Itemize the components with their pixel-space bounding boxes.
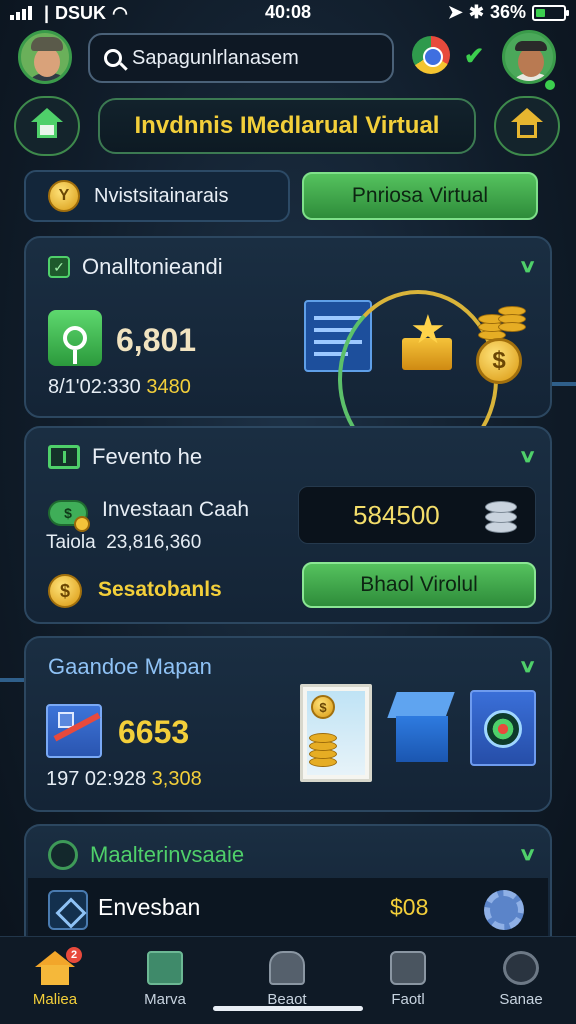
- edge-decoration: [552, 382, 576, 386]
- nav-item-face[interactable]: Faotl: [353, 947, 463, 1017]
- user-icon: [503, 951, 539, 985]
- star-box-icon: ★: [400, 310, 454, 370]
- tab-virtual[interactable]: Pnriosa Virtual: [302, 172, 538, 220]
- nav-label: Sanae: [499, 991, 543, 1008]
- card-title: Gaandoe Mapan: [48, 654, 212, 679]
- checkbox-icon: ✓: [48, 256, 70, 278]
- battery-icon: [532, 4, 569, 21]
- search-input[interactable]: Sapagunlrlanasem: [132, 47, 299, 70]
- chevron-down-icon[interactable]: ∨: [518, 446, 536, 467]
- chevron-down-icon[interactable]: ∨: [518, 656, 536, 677]
- tab-nvistsitainarais[interactable]: Y Nvistsitainarais: [24, 170, 290, 222]
- navigation-icon: [48, 890, 88, 930]
- home-button[interactable]: [14, 96, 80, 156]
- header: Sapagunlrlanasem ✔: [0, 30, 576, 90]
- house-icon: [511, 108, 543, 138]
- money-icon: $: [48, 494, 92, 534]
- bluetooth-icon: ✱: [468, 2, 484, 22]
- search-bar[interactable]: Sapagunlrlanasem: [88, 33, 394, 83]
- browser-icon[interactable]: [412, 36, 450, 74]
- home-indicator[interactable]: [213, 1006, 363, 1011]
- nav-item-home[interactable]: 2 Maliea: [0, 947, 110, 1017]
- map-detail: 197 02:928 3,308: [46, 768, 202, 790]
- nav-label: Marva: [144, 991, 186, 1008]
- coin-icon: $: [48, 574, 82, 608]
- home-icon: [31, 108, 63, 138]
- card-title: Fevento he: [92, 444, 203, 469]
- map-card[interactable]: Gaandoe Mapan ∨ 6653 197 02:928 3,308 $: [24, 636, 552, 812]
- investment-row[interactable]: Envesban $08: [28, 878, 548, 940]
- coin-icon: Y: [48, 180, 80, 212]
- nav-item-user[interactable]: Sanae: [466, 947, 576, 1017]
- page-title: Invdnnis IMedlarual Virtual: [98, 98, 476, 154]
- camera-icon: [48, 840, 78, 870]
- chevron-down-icon[interactable]: ∨: [518, 256, 536, 277]
- investment-value-box: 584500: [298, 486, 536, 544]
- face-icon: [390, 951, 426, 985]
- investment-card[interactable]: Fevento he ∨ $ Investaan Caah Taiola 23,…: [24, 426, 552, 624]
- tab-label: Nvistsitainarais: [94, 184, 229, 207]
- balance-value: 6,801: [116, 322, 197, 358]
- status-bar: | DSUK ◠ 40:08 ➤ ✱ 36%: [0, 0, 576, 26]
- key-icon: [48, 310, 102, 366]
- card-title: Onalltonieandi: [82, 254, 223, 279]
- dollar-coin-icon: $: [476, 338, 522, 384]
- coins-photo-icon: $: [300, 684, 372, 782]
- box-icon: [387, 692, 455, 766]
- wallet-icon: [48, 445, 80, 469]
- lock-icon: [269, 951, 305, 985]
- house-shortcut-button[interactable]: [494, 96, 560, 156]
- master-investment-card[interactable]: Maalterinvsaaie ∨ Envesban $08: [24, 824, 552, 944]
- nav-label: Faotl: [391, 991, 425, 1008]
- investment-value: 584500: [353, 499, 440, 530]
- friend-avatar[interactable]: [502, 30, 556, 84]
- virtual-action-button[interactable]: Bhaol Virolul: [302, 562, 536, 608]
- check-icon[interactable]: ✔: [464, 42, 484, 71]
- location-icon: ➤: [447, 2, 463, 22]
- map-value: 6653: [118, 714, 190, 750]
- investment-label: Investaan Caah: [102, 498, 250, 521]
- summary-card[interactable]: ✓ Onalltonieandi ∨ 6,801 8/1'02:330 3480…: [24, 236, 552, 468]
- notification-badge: 2: [66, 947, 82, 963]
- tab-row: Y Nvistsitainarais Pnriosa Virtual: [24, 170, 552, 222]
- online-status-dot: [545, 80, 555, 90]
- savings-label: Sesatobanls: [98, 578, 222, 601]
- battery-percent: 36%: [489, 2, 526, 22]
- investment-detail: Taiola 23,816,360: [46, 532, 202, 553]
- card-title: Maalterinvsaaie: [90, 842, 245, 867]
- nav-item-messages[interactable]: Marva: [110, 947, 220, 1017]
- row-value: $08: [390, 894, 429, 920]
- balance-detail: 8/1'02:330 3480: [48, 376, 191, 398]
- database-icon: [485, 497, 517, 535]
- row-label: Envesban: [98, 894, 201, 920]
- title-row: Invdnnis IMedlarual Virtual: [0, 96, 576, 160]
- message-icon: [147, 951, 183, 985]
- profile-avatar[interactable]: [18, 30, 72, 84]
- search-icon: [104, 49, 122, 67]
- target-icon: [470, 690, 536, 766]
- nav-label: Maliea: [32, 991, 78, 1008]
- chevron-down-icon[interactable]: ∨: [518, 844, 536, 865]
- gear-icon[interactable]: [484, 890, 524, 930]
- edge-decoration: [0, 678, 24, 682]
- trend-chart-icon: [46, 704, 102, 758]
